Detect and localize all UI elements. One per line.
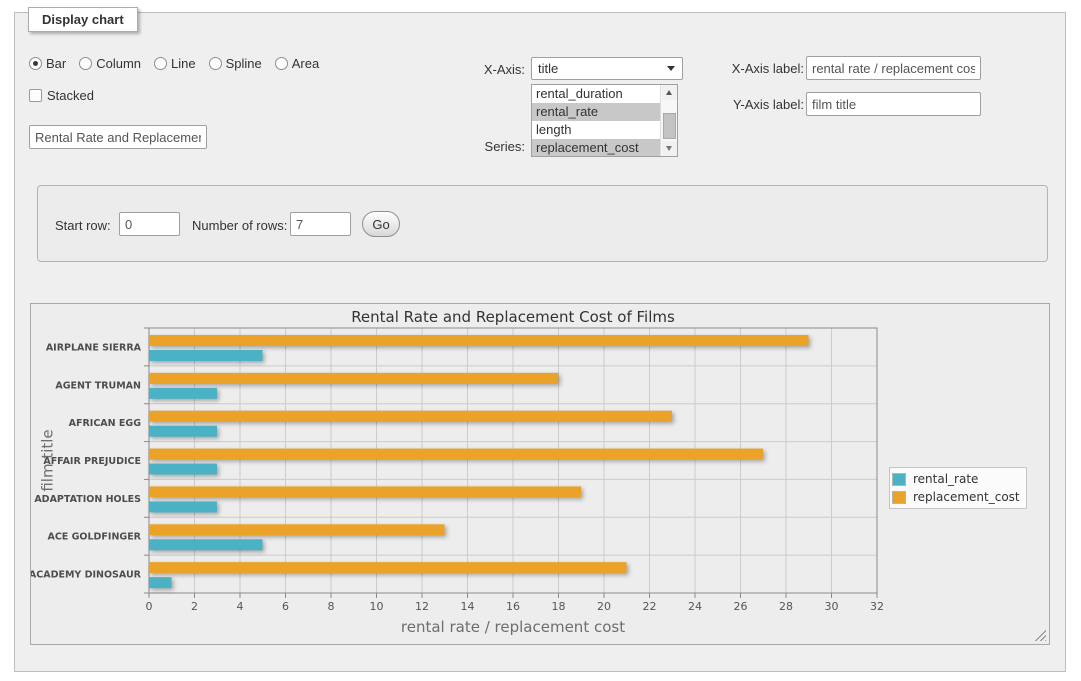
chart-legend: rental_rate replacement_cost xyxy=(889,467,1027,509)
radio-label: Line xyxy=(171,56,196,71)
stacked-checkbox[interactable] xyxy=(29,89,42,102)
x-axis-select-label: X-Axis: xyxy=(425,62,525,77)
bar-replacement_cost-adaptation-holes xyxy=(149,486,581,497)
chart-type-bar[interactable]: Bar xyxy=(29,56,66,71)
bar-replacement_cost-affair-prejudice xyxy=(149,449,763,460)
x-tick-label: 28 xyxy=(779,600,793,613)
category-label: AFFAIR PREJUDICE xyxy=(43,456,141,467)
category-label: AIRPLANE SIERRA xyxy=(46,342,142,353)
chart-title-input[interactable] xyxy=(29,125,207,149)
x-tick-label: 20 xyxy=(597,600,611,613)
chart-title: Rental Rate and Replacement Cost of Film… xyxy=(149,308,877,326)
legend-swatch-icon xyxy=(892,473,906,486)
category-label: ACADEMY DINOSAUR xyxy=(31,570,142,581)
bar-rental_rate-academy-dinosaur xyxy=(149,577,172,588)
series-listbox[interactable]: rental_durationrental_ratelengthreplacem… xyxy=(531,84,678,157)
scrollbar-thumb[interactable] xyxy=(663,113,676,139)
radio-icon[interactable] xyxy=(275,57,288,70)
radio-label: Spline xyxy=(226,56,262,71)
bar-replacement_cost-agent-truman xyxy=(149,373,558,384)
y-axis-label-label: Y-Axis label: xyxy=(704,97,804,112)
legend-label: replacement_cost xyxy=(913,490,1020,504)
scroll-up-icon[interactable] xyxy=(662,85,677,100)
legend-item-replacement_cost: replacement_cost xyxy=(892,488,1020,506)
go-button[interactable]: Go xyxy=(362,211,400,237)
radio-label: Area xyxy=(292,56,319,71)
row-range-panel xyxy=(37,185,1048,262)
start-row-input[interactable] xyxy=(119,212,180,236)
x-axis-label-input[interactable] xyxy=(806,56,981,80)
bar-rental_rate-african-egg xyxy=(149,426,217,437)
radio-icon[interactable] xyxy=(209,57,222,70)
x-axis-label-label: X-Axis label: xyxy=(704,61,804,76)
x-tick-label: 14 xyxy=(461,600,475,613)
series-option-rental_rate[interactable]: rental_rate xyxy=(532,103,660,121)
chart-container: Rental Rate and Replacement Cost of Film… xyxy=(30,303,1050,645)
number-of-rows-label: Number of rows: xyxy=(192,218,287,233)
x-tick-label: 10 xyxy=(370,600,384,613)
radio-icon[interactable] xyxy=(29,57,42,70)
radio-icon[interactable] xyxy=(79,57,92,70)
chart-type-spline[interactable]: Spline xyxy=(209,56,262,71)
x-tick-label: 2 xyxy=(191,600,198,613)
chevron-down-icon xyxy=(667,66,675,71)
bar-rental_rate-airplane-sierra xyxy=(149,350,263,361)
x-tick-label: 6 xyxy=(282,600,289,613)
radio-icon[interactable] xyxy=(154,57,167,70)
series-option-replacement_cost[interactable]: replacement_cost xyxy=(532,139,660,157)
category-label: AFRICAN EGG xyxy=(69,418,142,429)
x-tick-label: 30 xyxy=(825,600,839,613)
chart-type-group: Bar Column Line Spline Area xyxy=(29,56,319,71)
y-axis-title: film title xyxy=(40,411,57,511)
chart-type-area[interactable]: Area xyxy=(275,56,319,71)
legend-swatch-icon xyxy=(892,491,906,504)
series-option-length[interactable]: length xyxy=(532,121,660,139)
series-scrollbar[interactable] xyxy=(660,85,677,156)
series-list-label: Series: xyxy=(425,139,525,154)
chart-type-line[interactable]: Line xyxy=(154,56,196,71)
radio-label: Bar xyxy=(46,56,66,71)
x-tick-label: 8 xyxy=(328,600,335,613)
bar-rental_rate-affair-prejudice xyxy=(149,464,217,475)
start-row-label: Start row: xyxy=(55,218,111,233)
x-tick-label: 16 xyxy=(506,600,520,613)
bar-rental_rate-agent-truman xyxy=(149,388,217,399)
scroll-down-icon[interactable] xyxy=(662,141,677,156)
bar-replacement_cost-african-egg xyxy=(149,411,672,422)
fieldset-legend: Display chart xyxy=(28,7,138,32)
x-tick-label: 0 xyxy=(146,600,153,613)
stacked-label: Stacked xyxy=(47,88,94,103)
legend-item-rental_rate: rental_rate xyxy=(892,470,1020,488)
x-tick-label: 26 xyxy=(734,600,748,613)
x-tick-label: 12 xyxy=(415,600,429,613)
category-label: ACE GOLDFINGER xyxy=(47,532,141,543)
bar-rental_rate-ace-goldfinger xyxy=(149,539,263,550)
page: Display chart Bar Column Line Spline Area St… xyxy=(0,0,1081,681)
bar-replacement_cost-academy-dinosaur xyxy=(149,562,627,573)
radio-label: Column xyxy=(96,56,141,71)
x-axis-title: rental rate / replacement cost xyxy=(149,618,877,636)
bar-rental_rate-adaptation-holes xyxy=(149,501,217,512)
series-options: rental_durationrental_ratelengthreplacem… xyxy=(532,85,660,156)
y-axis-label-input[interactable] xyxy=(806,92,981,116)
x-axis-select[interactable]: title xyxy=(531,57,683,80)
x-tick-label: 22 xyxy=(643,600,657,613)
chart-type-column[interactable]: Column xyxy=(79,56,141,71)
bar-replacement_cost-ace-goldfinger xyxy=(149,524,445,535)
series-option-rental_duration[interactable]: rental_duration xyxy=(532,85,660,103)
x-tick-label: 4 xyxy=(237,600,244,613)
number-of-rows-input[interactable] xyxy=(290,212,351,236)
x-tick-label: 32 xyxy=(870,600,884,613)
legend-label: rental_rate xyxy=(913,472,978,486)
category-label: AGENT TRUMAN xyxy=(55,380,141,391)
bar-replacement_cost-airplane-sierra xyxy=(149,335,809,346)
x-axis-selected-value: title xyxy=(538,61,558,76)
stacked-checkbox-row[interactable]: Stacked xyxy=(29,88,94,103)
x-tick-label: 18 xyxy=(552,600,566,613)
x-tick-label: 24 xyxy=(688,600,702,613)
